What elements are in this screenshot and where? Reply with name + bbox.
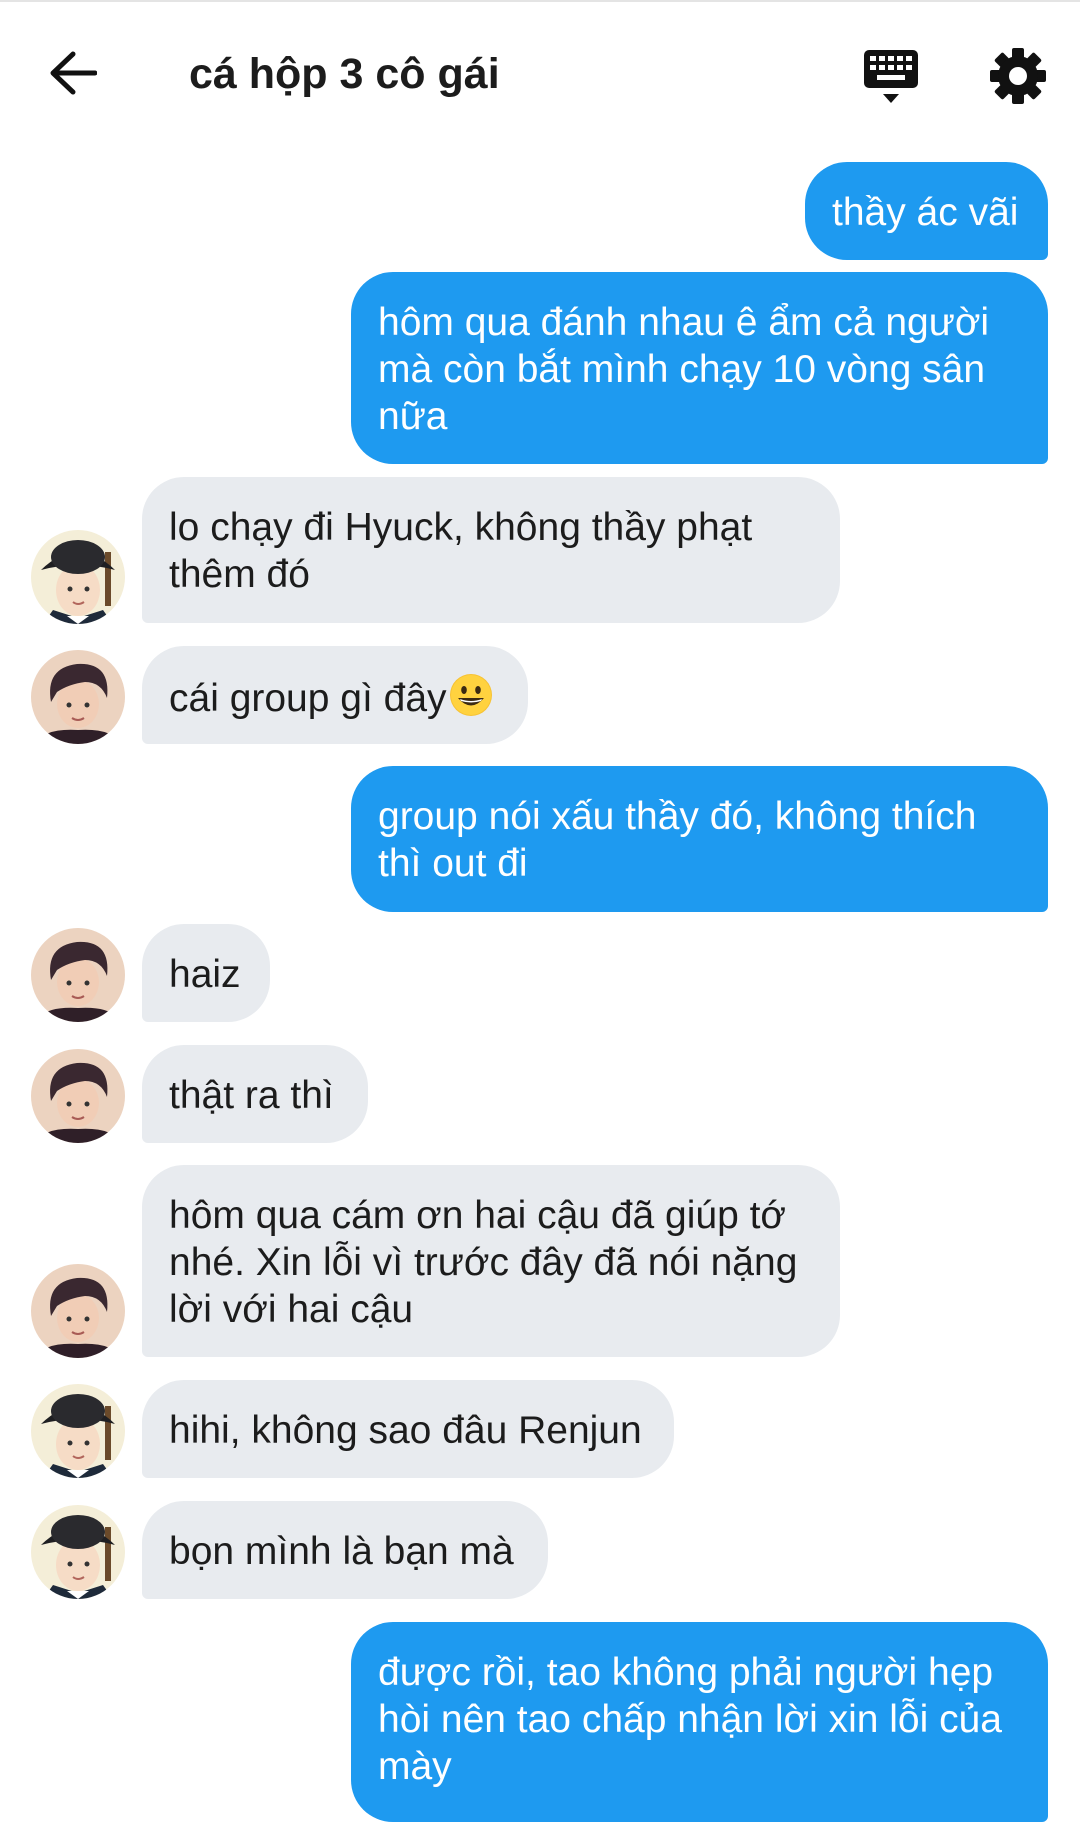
message-text: lo chạy đi Hyuck, không thầy phạt thêm đ… xyxy=(169,506,753,596)
message-text: thật ra thì xyxy=(169,1074,334,1117)
avatar-dark-hair-boy[interactable] xyxy=(31,650,125,744)
settings-button[interactable] xyxy=(988,46,1048,106)
message-bubble-outgoing[interactable]: được rồi, tao không phải người hẹp hòi n… xyxy=(351,1622,1048,1822)
gear-icon xyxy=(990,48,1046,104)
keyboard-icon xyxy=(864,50,918,103)
message-text: haiz xyxy=(169,953,241,996)
message-bubble-incoming[interactable]: lo chạy đi Hyuck, không thầy phạt thêm đ… xyxy=(142,477,840,623)
avatar-hat-boy[interactable] xyxy=(31,530,125,624)
message-text: hihi, không sao đâu Renjun xyxy=(169,1409,642,1452)
message-bubble-incoming[interactable]: cái group gì đây xyxy=(142,646,528,744)
avatar-hat-boy[interactable] xyxy=(31,1505,125,1599)
message-bubble-incoming[interactable]: haiz xyxy=(142,924,270,1022)
message-bubble-outgoing[interactable]: group nói xấu thầy đó, không thích thì o… xyxy=(351,766,1048,912)
arrow-left-icon xyxy=(50,51,97,95)
message-bubble-incoming[interactable]: thật ra thì xyxy=(142,1045,368,1143)
back-button[interactable] xyxy=(40,40,106,106)
message-bubble-incoming[interactable]: hôm qua cám ơn hai cậu đã giúp tớ nhé. X… xyxy=(142,1165,840,1357)
message-text: hôm qua đánh nhau ê ẩm cả người mà còn b… xyxy=(378,301,990,438)
message-bubble-outgoing[interactable]: thầy ác vãi xyxy=(805,162,1048,260)
message-text: thầy ác vãi xyxy=(832,191,1019,234)
avatar-dark-hair-boy[interactable] xyxy=(31,928,125,1022)
message-bubble-incoming[interactable]: bọn mình là bạn mà xyxy=(142,1501,548,1599)
message-text: được rồi, tao không phải người hẹp hòi n… xyxy=(378,1651,1002,1788)
message-text: hôm qua cám ơn hai cậu đã giúp tớ nhé. X… xyxy=(169,1194,798,1331)
message-bubble-incoming[interactable]: hihi, không sao đâu Renjun xyxy=(142,1380,674,1478)
chat-header: cá hộp 3 cô gái xyxy=(0,2,1080,146)
chat-title: cá hộp 3 cô gái xyxy=(189,50,500,98)
avatar-dark-hair-boy[interactable] xyxy=(31,1049,125,1143)
grinning-face-icon xyxy=(449,674,492,716)
message-text: cái group gì đây xyxy=(169,677,447,720)
keyboard-button[interactable] xyxy=(862,46,920,108)
message-text: bọn mình là bạn mà xyxy=(169,1530,514,1573)
message-text: group nói xấu thầy đó, không thích thì o… xyxy=(378,795,977,885)
avatar-hat-boy[interactable] xyxy=(31,1384,125,1478)
message-bubble-outgoing[interactable]: hôm qua đánh nhau ê ẩm cả người mà còn b… xyxy=(351,272,1048,464)
avatar-dark-hair-boy[interactable] xyxy=(31,1264,125,1358)
